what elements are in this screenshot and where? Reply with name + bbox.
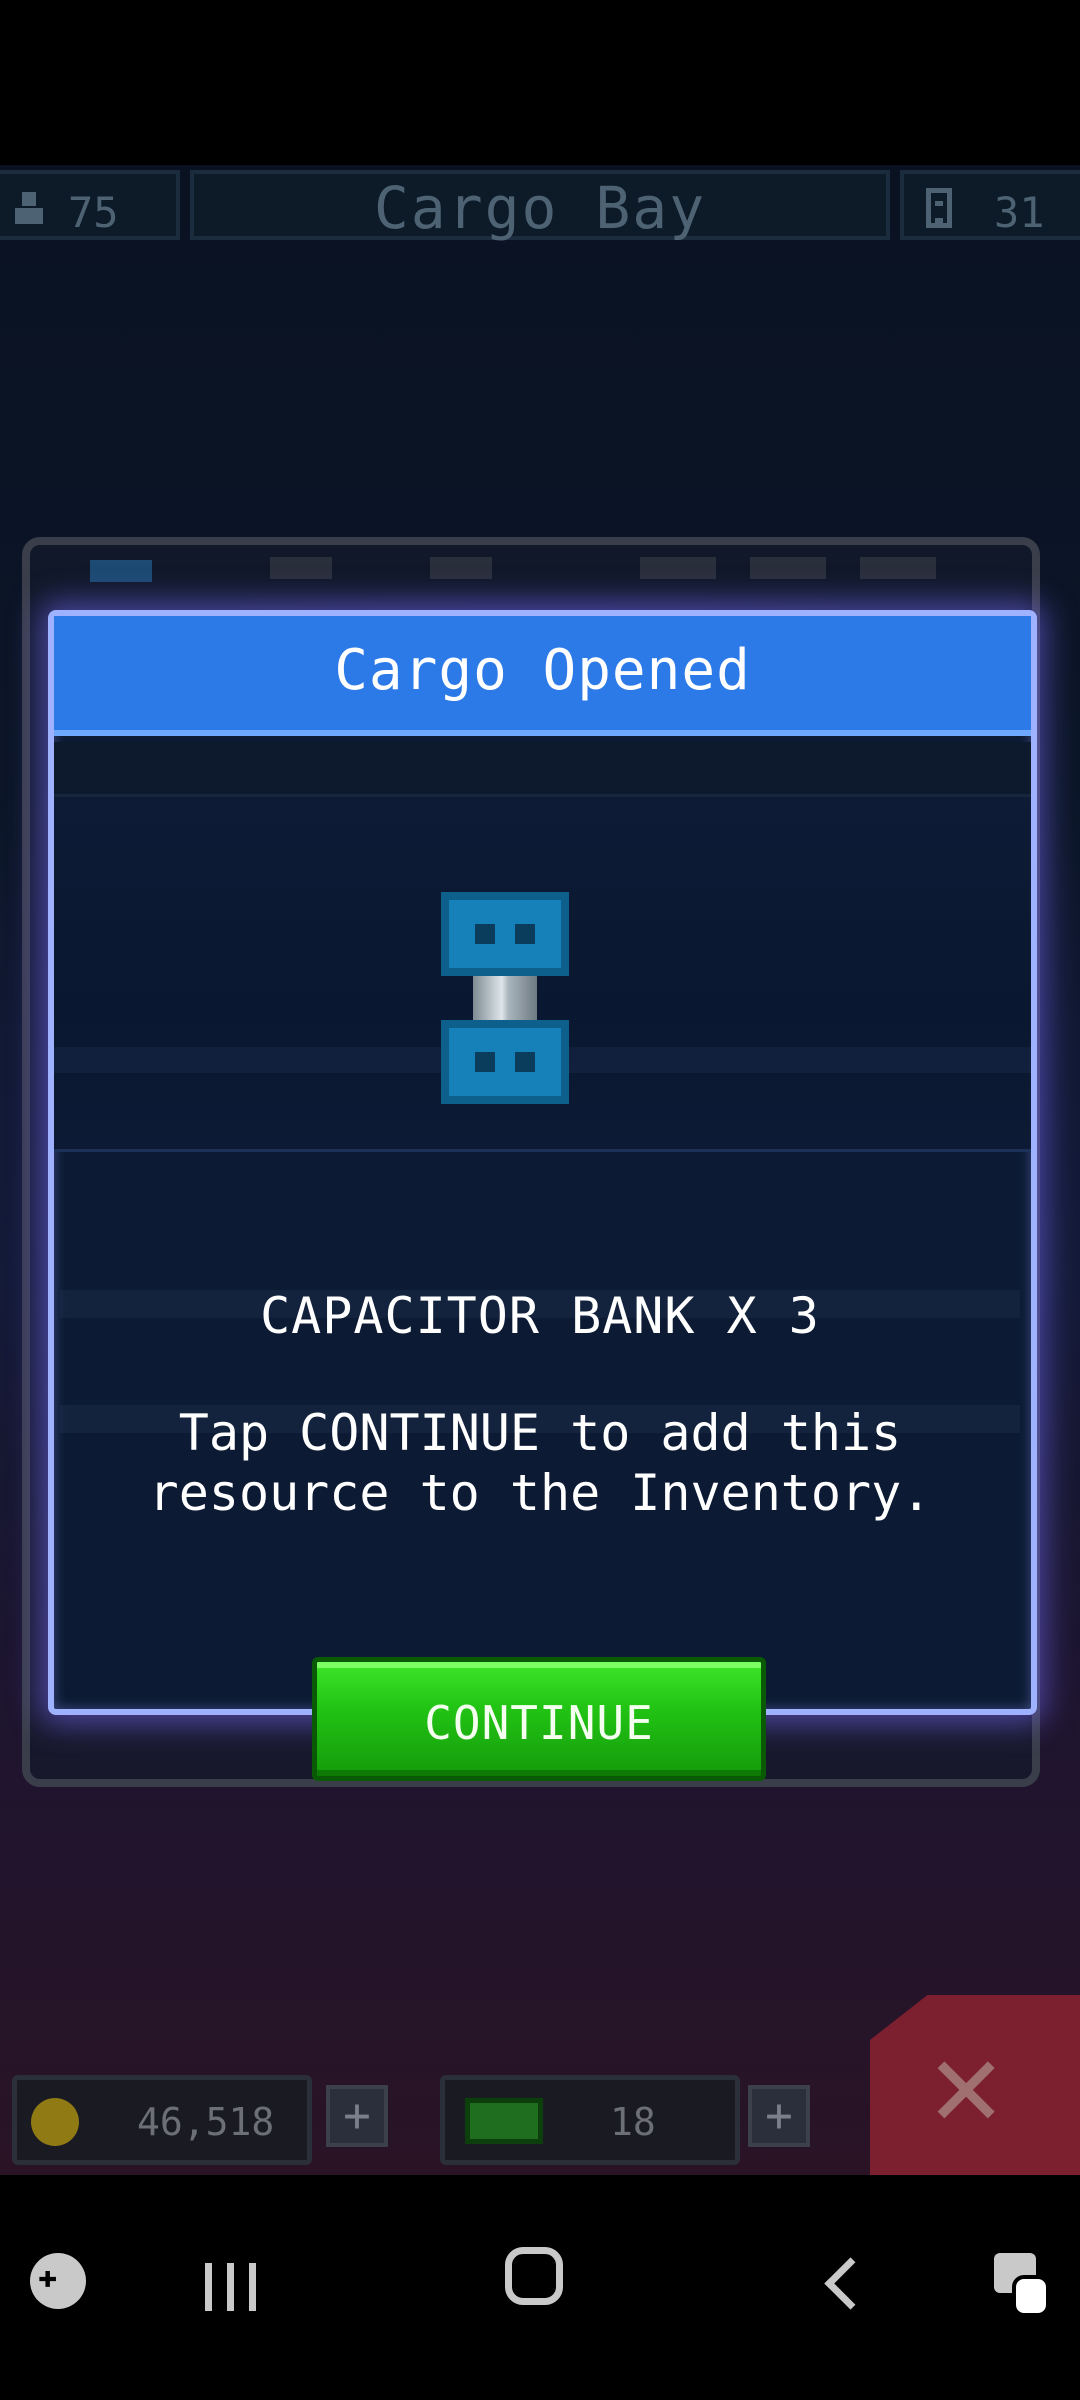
background-tab: [430, 557, 492, 579]
coin-counter[interactable]: 46,518: [12, 2075, 312, 2165]
gem-amount: 18: [610, 2100, 656, 2144]
game-screen: 75 Cargo Bay 31 Cargo Opened CAPACITOR B…: [0, 165, 1080, 2175]
gem-icon: [465, 2098, 543, 2144]
background-tab: [640, 557, 716, 579]
top-bar: 75 Cargo Bay 31: [0, 165, 1080, 245]
close-icon: ✕: [930, 2015, 1003, 2154]
capacitor-core: [473, 976, 537, 1020]
room-title-box: Cargo Bay: [190, 170, 890, 242]
recents-button[interactable]: [205, 2255, 257, 2321]
gem-counter[interactable]: 18: [440, 2075, 740, 2165]
room-icon: [926, 188, 952, 228]
item-preview-panel: [54, 797, 1031, 1152]
background-tab: [750, 557, 826, 579]
capacitor-bottom: [441, 1020, 569, 1104]
item-description: Tap CONTINUE to add this resource to the…: [148, 1404, 932, 1522]
cargo-opened-dialog: Cargo Opened: [48, 610, 1037, 1715]
back-button[interactable]: [818, 2255, 858, 2321]
person-icon: [12, 192, 46, 226]
room-title: Cargo Bay: [373, 174, 707, 242]
background-tab: [860, 557, 936, 579]
buy-gems-button[interactable]: +: [748, 2085, 810, 2147]
android-nav-bar: [0, 2175, 1080, 2400]
item-name: CAPACITOR BANK X 3: [260, 1287, 820, 1345]
rooms-count: 31: [994, 188, 1045, 237]
coin-icon: [31, 2098, 79, 2146]
close-button[interactable]: ✕: [870, 1995, 1080, 2175]
header-strip: [54, 742, 1031, 797]
home-button[interactable]: [505, 2247, 563, 2305]
buy-coins-button[interactable]: +: [326, 2085, 388, 2147]
coin-amount: 46,518: [137, 2100, 275, 2144]
background-tab: [90, 560, 152, 582]
continue-label: CONTINUE: [424, 1696, 654, 1750]
screen-assist-icon[interactable]: [994, 2253, 1050, 2317]
capacitor-top: [441, 892, 569, 976]
game-launcher-icon[interactable]: [30, 2253, 86, 2309]
background-tab: [270, 557, 332, 579]
crew-count: 75: [68, 188, 119, 237]
continue-button[interactable]: CONTINUE: [312, 1657, 766, 1781]
crew-counter[interactable]: 75: [0, 170, 180, 240]
dialog-header: Cargo Opened: [54, 616, 1031, 736]
rooms-counter[interactable]: 31: [900, 170, 1080, 240]
capacitor-icon: [441, 892, 569, 1104]
dialog-title: Cargo Opened: [334, 638, 751, 703]
